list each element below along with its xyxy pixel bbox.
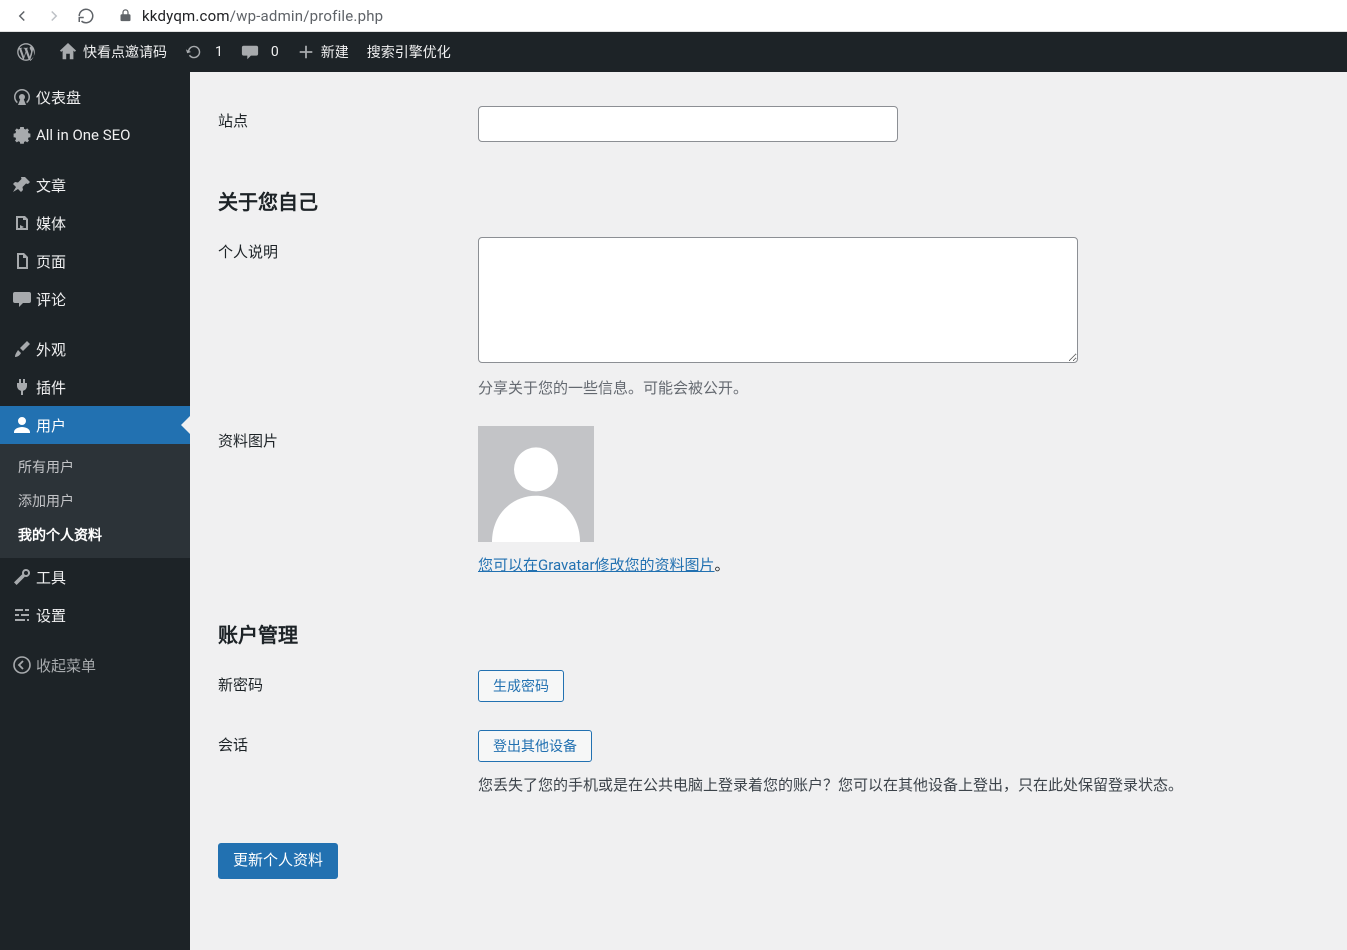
adminbar-updates[interactable]: 1 bbox=[176, 32, 232, 72]
sidebar-item-comments[interactable]: 评论 bbox=[0, 280, 190, 318]
adminbar-comments[interactable]: 0 bbox=[232, 32, 288, 72]
sidebar-item-label: All in One SEO bbox=[36, 126, 130, 144]
account-heading: 账户管理 bbox=[218, 589, 1325, 656]
brush-icon bbox=[12, 339, 36, 359]
sidebar-item-label: 插件 bbox=[36, 377, 66, 398]
bio-label: 个人说明 bbox=[218, 243, 278, 261]
about-heading: 关于您自己 bbox=[218, 156, 1325, 223]
sidebar-item-settings[interactable]: 设置 bbox=[0, 596, 190, 634]
browser-bar: kkdyqm.com/wp-admin/profile.php bbox=[0, 0, 1347, 32]
browser-forward-button bbox=[38, 2, 70, 30]
sidebar-item-label: 页面 bbox=[36, 251, 66, 272]
sidebar-item-label: 收起菜单 bbox=[36, 655, 96, 676]
sidebar-item-label: 评论 bbox=[36, 289, 66, 310]
logout-other-devices-button[interactable]: 登出其他设备 bbox=[478, 730, 592, 762]
avatar-placeholder-icon bbox=[481, 432, 591, 542]
update-icon bbox=[185, 43, 203, 61]
adminbar-seo[interactable]: 搜索引擎优化 bbox=[358, 32, 460, 72]
pin-icon bbox=[12, 175, 36, 195]
sidebar-item-aioseo[interactable]: All in One SEO bbox=[0, 116, 190, 154]
plugin-icon bbox=[12, 377, 36, 397]
sessions-description: 您丢失了您的手机或是在公共电脑上登录着您的账户？您可以在其他设备上登出，只在此处… bbox=[478, 774, 1315, 795]
tools-icon bbox=[12, 567, 36, 587]
sidebar-item-label: 媒体 bbox=[36, 213, 66, 234]
browser-url: kkdyqm.com/wp-admin/profile.php bbox=[142, 7, 383, 25]
profile-content: 站点 关于您自己 个人说明 分享关于您的一些信息。可能会被公开。 资料图片 bbox=[190, 72, 1347, 950]
lock-icon bbox=[116, 8, 134, 23]
home-icon bbox=[59, 43, 77, 61]
browser-url-area[interactable]: kkdyqm.com/wp-admin/profile.php bbox=[116, 7, 383, 25]
sidebar-item-plugins[interactable]: 插件 bbox=[0, 368, 190, 406]
adminbar-seo-label: 搜索引擎优化 bbox=[367, 42, 451, 62]
sidebar-item-label: 用户 bbox=[36, 415, 66, 436]
bio-textarea[interactable] bbox=[478, 237, 1078, 363]
gear-icon bbox=[12, 125, 36, 145]
sidebar-item-users[interactable]: 用户 bbox=[0, 406, 190, 444]
sidebar-subitem-add-user[interactable]: 添加用户 bbox=[0, 484, 190, 518]
wp-admin-bar: 快看点邀请码 1 0 新建 搜索引擎优化 bbox=[0, 32, 1347, 72]
sidebar-item-label: 工具 bbox=[36, 567, 66, 588]
page-icon bbox=[12, 251, 36, 271]
sidebar-item-label: 设置 bbox=[36, 605, 66, 626]
adminbar-site-name[interactable]: 快看点邀请码 bbox=[50, 32, 176, 72]
comment-icon bbox=[12, 289, 36, 309]
plus-icon bbox=[297, 43, 315, 61]
user-icon bbox=[12, 415, 36, 435]
adminbar-wp-logo[interactable] bbox=[8, 32, 50, 72]
sidebar-item-label: 仪表盘 bbox=[36, 87, 81, 108]
sidebar-submenu-users: 所有用户 添加用户 我的个人资料 bbox=[0, 444, 190, 558]
sidebar-item-media[interactable]: 媒体 bbox=[0, 204, 190, 242]
sessions-label: 会话 bbox=[218, 736, 248, 754]
sidebar-subitem-profile[interactable]: 我的个人资料 bbox=[0, 518, 190, 552]
comments-icon bbox=[241, 43, 259, 61]
adminbar-comments-count: 0 bbox=[271, 44, 279, 60]
sidebar-item-label: 文章 bbox=[36, 175, 66, 196]
update-profile-button[interactable]: 更新个人资料 bbox=[218, 843, 338, 879]
adminbar-site-name-label: 快看点邀请码 bbox=[83, 42, 167, 62]
sidebar-item-appearance[interactable]: 外观 bbox=[0, 330, 190, 368]
gravatar-link[interactable]: 您可以在Gravatar修改您的资料图片 bbox=[478, 556, 715, 574]
wordpress-icon bbox=[17, 43, 35, 61]
admin-sidebar: 仪表盘 All in One SEO 文章 媒体 页面 评论 bbox=[0, 72, 190, 950]
avatar-image bbox=[478, 426, 594, 542]
adminbar-updates-count: 1 bbox=[215, 44, 223, 60]
generate-password-button[interactable]: 生成密码 bbox=[478, 670, 564, 702]
sidebar-subitem-all-users[interactable]: 所有用户 bbox=[0, 450, 190, 484]
media-icon bbox=[12, 213, 36, 233]
collapse-icon bbox=[12, 655, 36, 675]
sidebar-item-dashboard[interactable]: 仪表盘 bbox=[0, 78, 190, 116]
adminbar-new-label: 新建 bbox=[321, 42, 349, 62]
bio-description: 分享关于您的一些信息。可能会被公开。 bbox=[478, 377, 1315, 398]
dashboard-icon bbox=[12, 87, 36, 107]
sidebar-item-tools[interactable]: 工具 bbox=[0, 558, 190, 596]
newpass-label: 新密码 bbox=[218, 676, 263, 694]
gravatar-link-suffix: 。 bbox=[715, 556, 730, 574]
website-label: 站点 bbox=[218, 112, 248, 130]
browser-reload-button[interactable] bbox=[70, 2, 102, 30]
sidebar-collapse[interactable]: 收起菜单 bbox=[0, 646, 190, 684]
adminbar-new[interactable]: 新建 bbox=[288, 32, 358, 72]
sidebar-item-pages[interactable]: 页面 bbox=[0, 242, 190, 280]
sidebar-item-posts[interactable]: 文章 bbox=[0, 166, 190, 204]
sidebar-item-label: 外观 bbox=[36, 339, 66, 360]
website-input[interactable] bbox=[478, 106, 898, 142]
sliders-icon bbox=[12, 605, 36, 625]
avatar-label: 资料图片 bbox=[218, 432, 278, 450]
browser-back-button[interactable] bbox=[6, 2, 38, 30]
